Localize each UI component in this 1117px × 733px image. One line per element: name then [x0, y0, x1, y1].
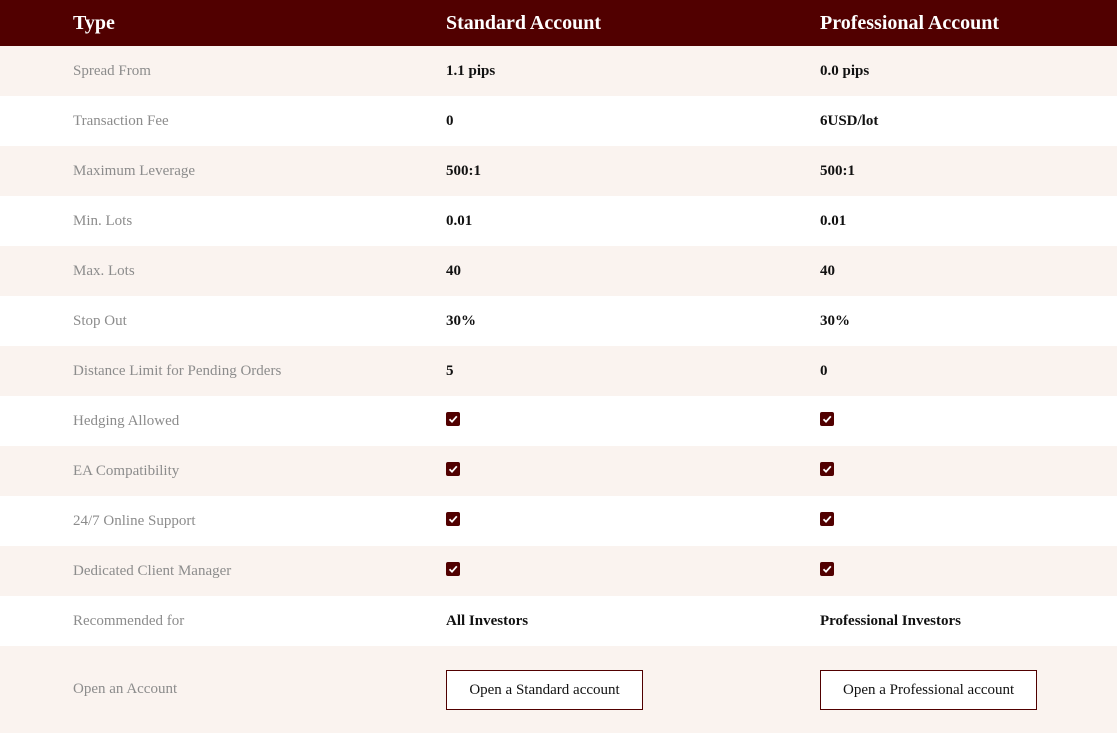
row-label: Hedging Allowed — [73, 413, 180, 429]
checkbox-checked-icon — [446, 511, 460, 526]
table-row: Distance Limit for Pending Orders 5 0 — [0, 346, 1117, 396]
checkbox-checked-icon — [820, 511, 834, 526]
table-header: Type Standard Account Professional Accou… — [0, 0, 1117, 46]
professional-value: 0.01 — [820, 213, 847, 229]
standard-value — [446, 396, 460, 446]
standard-value: 30% — [446, 313, 476, 329]
row-label: 24/7 Online Support — [73, 513, 196, 529]
row-label: Max. Lots — [73, 263, 135, 279]
open-standard-account-button[interactable]: Open a Standard account — [446, 670, 643, 710]
table-row: Maximum Leverage 500:1 500:1 — [0, 146, 1117, 196]
row-label: Maximum Leverage — [73, 163, 196, 179]
checkbox-checked-icon — [446, 461, 460, 476]
checkbox-checked-icon — [820, 411, 834, 426]
header-professional-account: Professional Account — [820, 12, 1000, 34]
table-row: Spread From 1.1 pips 0.0 pips — [0, 46, 1117, 96]
professional-value: 0.0 pips — [820, 63, 870, 79]
account-comparison-table: Type Standard Account Professional Accou… — [0, 0, 1117, 733]
table-row: Min. Lots 0.01 0.01 — [0, 196, 1117, 246]
table-row: Stop Out 30% 30% — [0, 296, 1117, 346]
standard-value: 0.01 — [446, 213, 473, 229]
checkbox-checked-icon — [820, 461, 834, 476]
header-type: Type — [73, 12, 115, 34]
standard-value — [446, 446, 460, 496]
professional-value: Professional Investors — [820, 613, 961, 629]
standard-value: 1.1 pips — [446, 63, 496, 79]
table-row: Dedicated Client Manager — [0, 546, 1117, 596]
standard-value — [446, 546, 460, 596]
row-label: Spread From — [73, 63, 151, 79]
row-label: Min. Lots — [73, 213, 133, 229]
standard-value — [446, 496, 460, 546]
row-label: Distance Limit for Pending Orders — [73, 363, 282, 379]
standard-value: 40 — [446, 263, 461, 279]
professional-value: 6USD/lot — [820, 113, 879, 129]
table-row: Recommended for All Investors Profession… — [0, 596, 1117, 646]
open-professional-account-button[interactable]: Open a Professional account — [820, 670, 1037, 710]
table-row: Max. Lots 40 40 — [0, 246, 1117, 296]
open-account-label: Open an Account — [73, 681, 178, 697]
professional-value: 30% — [820, 313, 850, 329]
checkbox-checked-icon — [446, 411, 460, 426]
row-label: Stop Out — [73, 313, 127, 329]
row-label: Transaction Fee — [73, 113, 169, 129]
professional-value — [820, 546, 834, 596]
checkbox-checked-icon — [446, 561, 460, 576]
table-row: Transaction Fee 0 6USD/lot — [0, 96, 1117, 146]
standard-value: 5 — [446, 363, 454, 379]
header-standard-account: Standard Account — [446, 12, 602, 34]
table-row: 24/7 Online Support — [0, 496, 1117, 546]
row-label: Recommended for — [73, 613, 185, 629]
standard-value: All Investors — [446, 613, 529, 629]
row-label: Dedicated Client Manager — [73, 563, 232, 579]
standard-value: 500:1 — [446, 163, 481, 179]
standard-value: 0 — [446, 113, 454, 129]
professional-value — [820, 396, 834, 446]
professional-value: 500:1 — [820, 163, 855, 179]
row-label: EA Compatibility — [73, 463, 180, 479]
professional-value: 40 — [820, 263, 835, 279]
table-row: Hedging Allowed — [0, 396, 1117, 446]
open-account-row: Open an Account Open a Standard account … — [0, 646, 1117, 733]
professional-value — [820, 496, 834, 546]
professional-value — [820, 446, 834, 496]
professional-value: 0 — [820, 363, 828, 379]
checkbox-checked-icon — [820, 561, 834, 576]
table-row: EA Compatibility — [0, 446, 1117, 496]
